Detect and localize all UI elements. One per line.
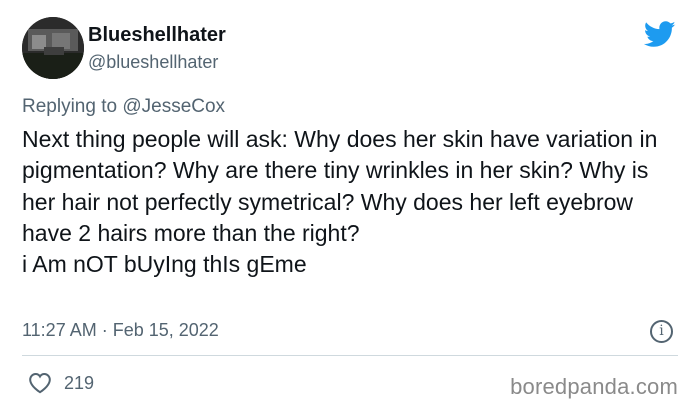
user-handle[interactable]: @blueshellhater <box>88 51 218 73</box>
boredpanda-watermark: boredpanda.com <box>510 374 678 399</box>
like-count: 219 <box>64 373 95 393</box>
reply-mention-link[interactable]: @JesseCox <box>122 96 225 117</box>
reply-prefix: Replying to <box>22 96 123 117</box>
heart-icon[interactable] <box>28 372 52 394</box>
tweet-card: Blueshellhater @blueshellhater Replying … <box>0 0 700 410</box>
display-name[interactable]: Blueshellhater <box>88 24 226 46</box>
avatar-photo-icon <box>22 17 84 79</box>
tweet-text: Next thing people will ask: Why does her… <box>22 126 658 278</box>
reply-context: Replying to @JesseCox <box>22 95 225 119</box>
avatar[interactable] <box>22 17 84 79</box>
info-icon[interactable]: i <box>650 320 673 343</box>
tweet-timestamp[interactable]: 11:27 AM · Feb 15, 2022 <box>22 318 219 342</box>
twitter-bird-icon[interactable] <box>644 21 676 48</box>
divider <box>22 355 678 356</box>
